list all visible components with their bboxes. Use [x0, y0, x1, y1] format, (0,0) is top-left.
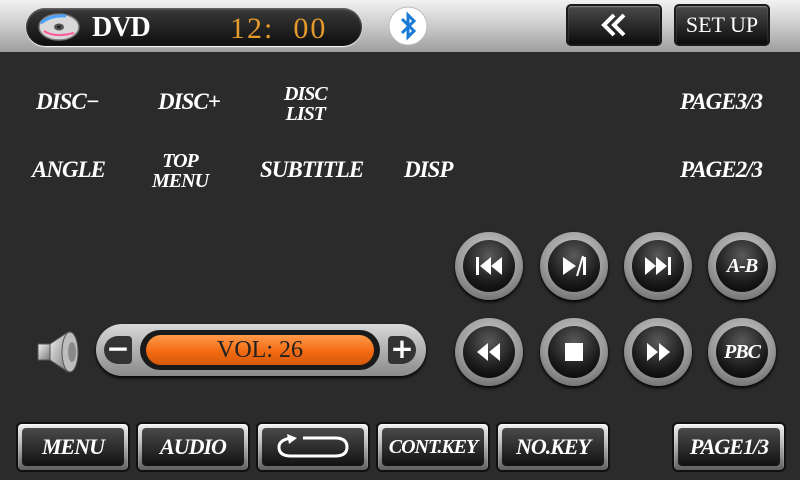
return-button[interactable] — [256, 422, 370, 472]
menu-label: MENU — [22, 428, 124, 466]
play-pause-icon — [563, 255, 586, 277]
return-icon — [277, 434, 349, 458]
stop-icon — [565, 343, 583, 361]
back-button[interactable] — [566, 4, 662, 46]
audio-label: AUDIO — [142, 428, 244, 466]
disc-plus-button[interactable]: DISC+ — [158, 90, 221, 113]
speaker-icon — [37, 331, 79, 373]
title-pill: DVD 12: 00 — [26, 8, 362, 46]
audio-button[interactable]: AUDIO — [136, 422, 250, 472]
volume-display: VOL: 26 — [146, 335, 374, 365]
stop-button[interactable] — [540, 318, 608, 386]
rewind-button[interactable] — [455, 318, 523, 386]
volume-pill: VOL: 26 — [140, 330, 380, 370]
skip-next-icon — [645, 257, 671, 275]
page2-button[interactable]: PAGE2/3 — [680, 158, 763, 181]
setup-button[interactable]: SET UP — [674, 4, 770, 46]
disc-icon — [38, 13, 80, 41]
page1-button[interactable]: PAGE1/3 — [672, 422, 786, 472]
volume-up-button[interactable]: + — [388, 335, 416, 364]
page1-label: PAGE1/3 — [678, 428, 780, 466]
pbc-label: PBC — [724, 340, 761, 363]
disc-list-line2: LIST — [285, 103, 326, 125]
top-menu-button[interactable]: TOP MENU — [152, 150, 209, 192]
ab-repeat-button[interactable]: A-B — [708, 232, 776, 300]
clock: 12: 00 — [230, 12, 328, 45]
disp-button[interactable]: DISP — [404, 158, 453, 181]
double-chevron-left-icon — [601, 13, 626, 37]
cont-key-label: CONT.KEY — [382, 428, 484, 466]
pbc-button[interactable]: PBC — [708, 318, 776, 386]
cont-key-button[interactable]: CONT.KEY — [376, 422, 490, 472]
bluetooth-icon[interactable] — [388, 6, 428, 46]
subtitle-button[interactable]: SUBTITLE — [260, 158, 364, 181]
no-key-label: NO.KEY — [502, 428, 604, 466]
rewind-icon — [477, 343, 500, 361]
fast-forward-button[interactable] — [624, 318, 692, 386]
fast-forward-icon — [647, 343, 670, 361]
page3-button[interactable]: PAGE3/3 — [680, 90, 763, 113]
previous-button[interactable] — [455, 232, 523, 300]
disc-list-button[interactable]: DISC LIST — [284, 83, 328, 125]
disc-minus-button[interactable]: DISC− — [36, 90, 100, 113]
volume-down-button[interactable]: − — [104, 335, 132, 364]
volume-control: − VOL: 26 + — [96, 324, 426, 376]
next-button[interactable] — [624, 232, 692, 300]
no-key-button[interactable]: NO.KEY — [496, 422, 610, 472]
top-menu-line1: TOP — [162, 150, 199, 172]
skip-previous-icon — [476, 257, 502, 275]
menu-button[interactable]: MENU — [16, 422, 130, 472]
app-title: DVD — [92, 12, 151, 43]
top-bar: DVD 12: 00 SET UP — [0, 0, 800, 52]
top-menu-line2: MENU — [152, 170, 209, 192]
play-pause-button[interactable] — [540, 232, 608, 300]
disc-list-line1: DISC — [284, 83, 328, 105]
angle-button[interactable]: ANGLE — [32, 158, 106, 181]
ab-label: A-B — [726, 254, 758, 277]
